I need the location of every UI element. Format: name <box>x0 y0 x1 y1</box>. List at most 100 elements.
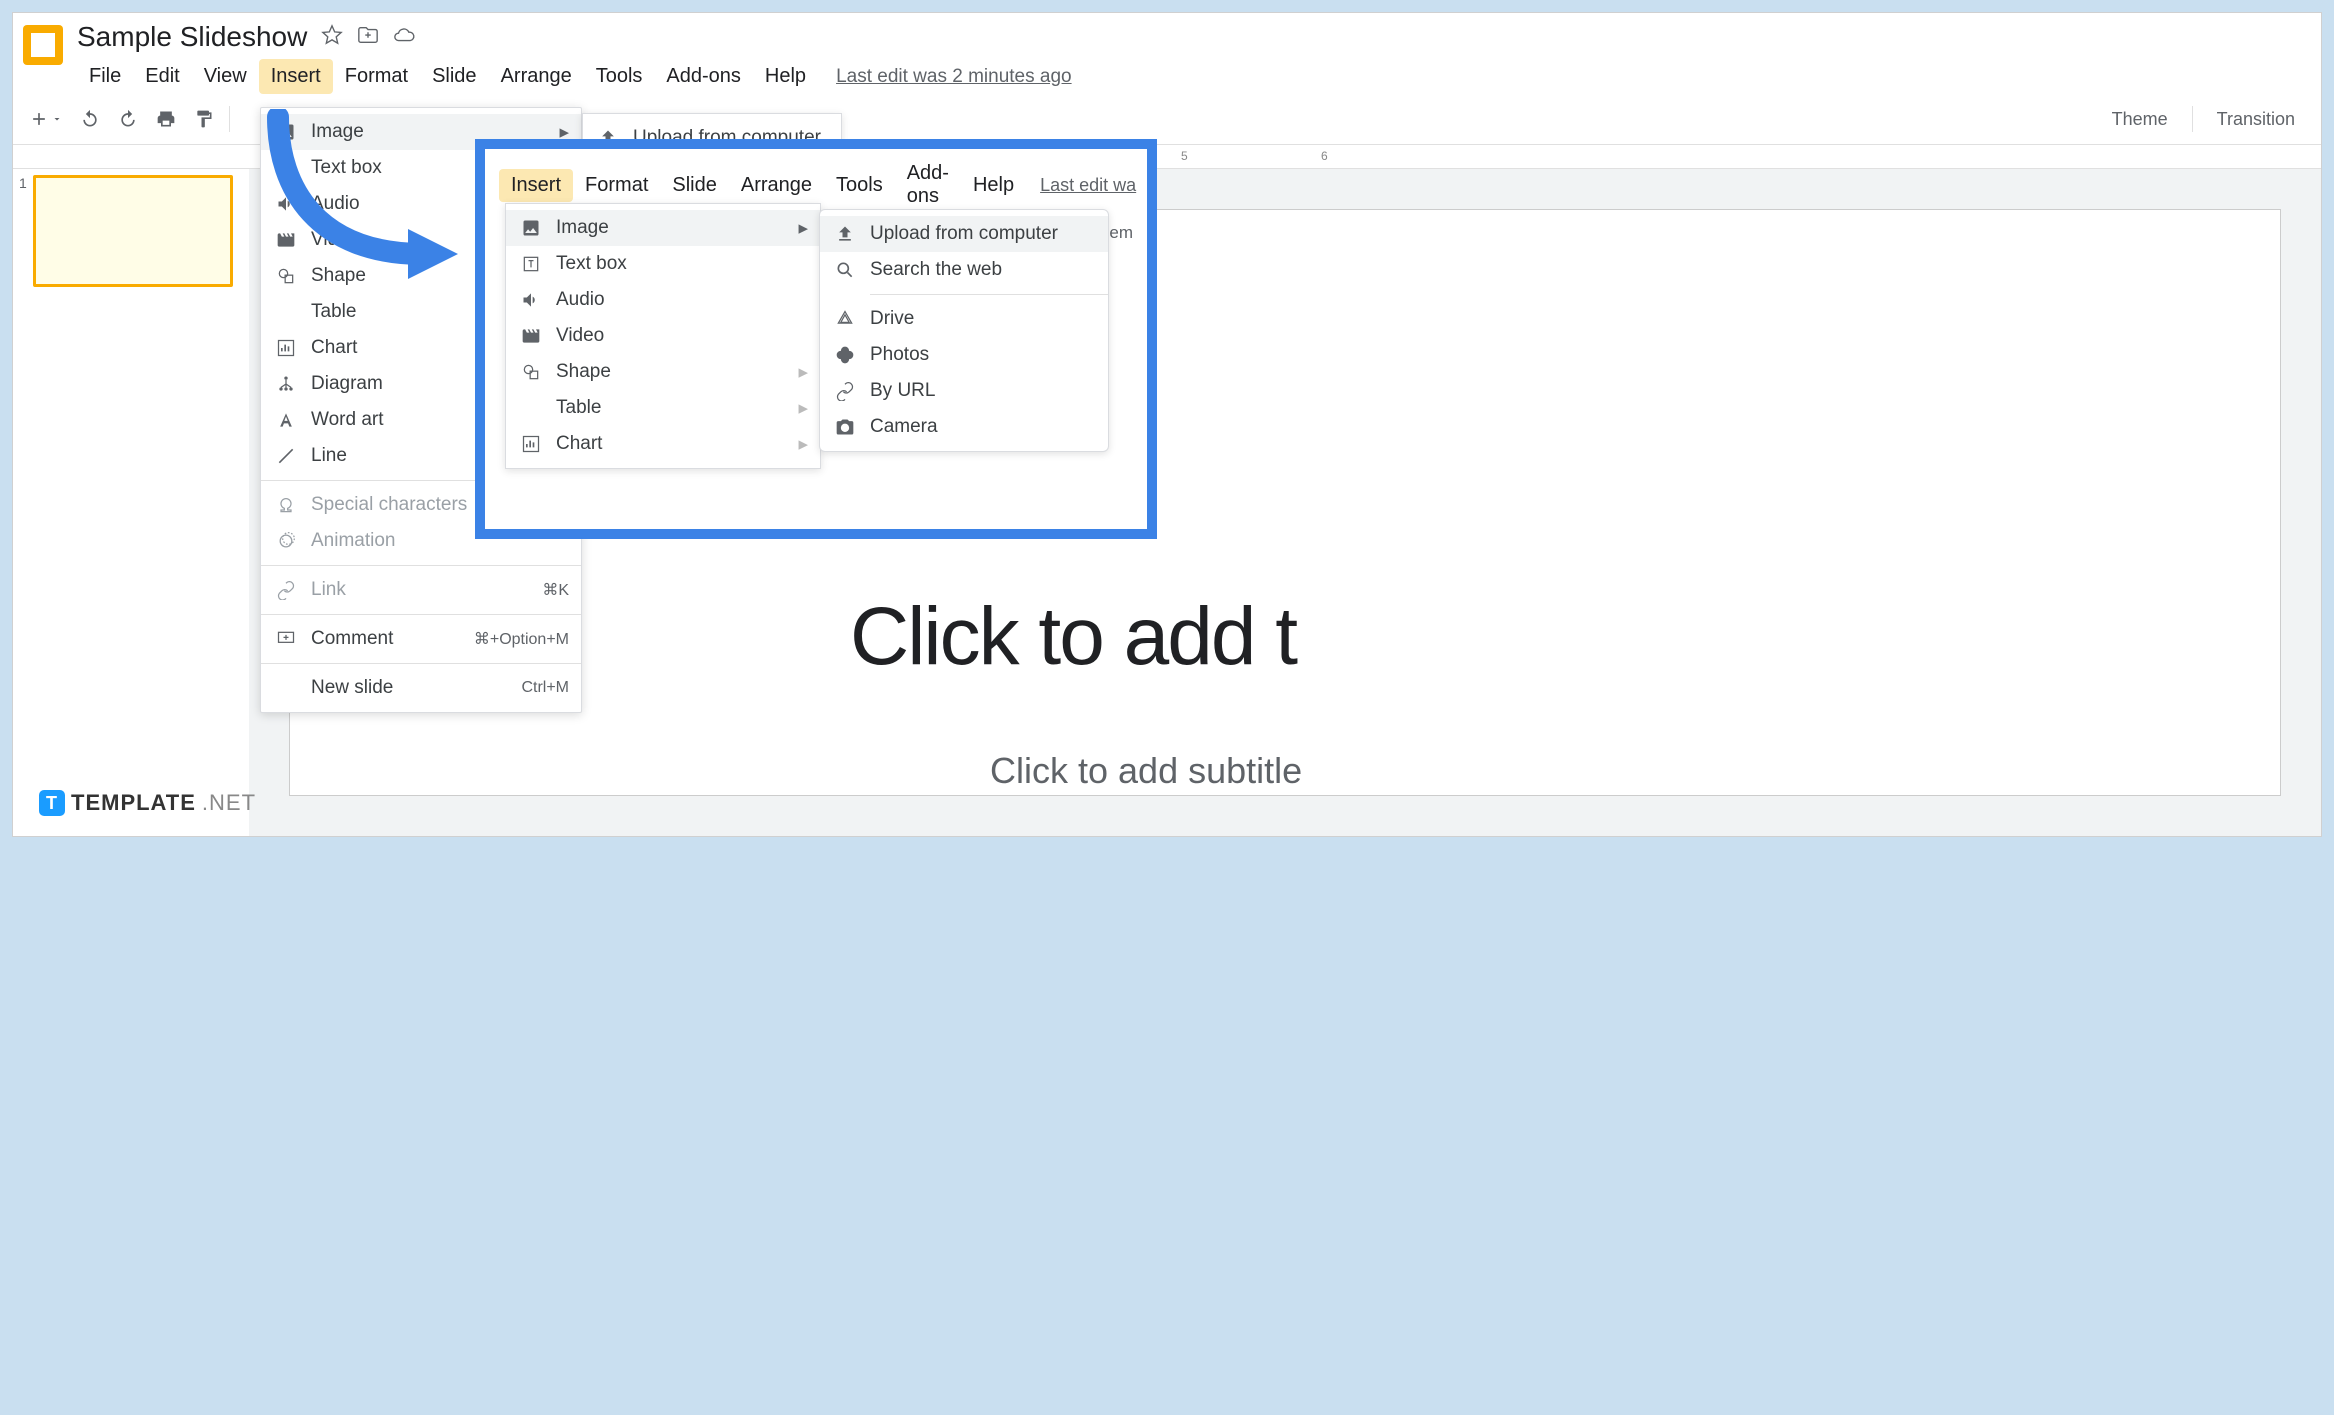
redo-button[interactable] <box>111 102 145 136</box>
link-icon <box>834 381 856 401</box>
insert-line-label: Line <box>311 445 347 467</box>
callout-insert-table[interactable]: Table▸ <box>506 390 820 426</box>
paint-format-button[interactable] <box>187 102 221 136</box>
slide-thumb-row: 1 <box>19 175 243 287</box>
sub-search-label: Search the web <box>870 259 1002 281</box>
menu-insert[interactable]: Insert <box>259 59 333 94</box>
insert-newslide-label: New slide <box>311 677 393 699</box>
shape-icon <box>520 362 542 382</box>
app-frame: Sample Slideshow File Edit View Insert F… <box>12 12 2322 837</box>
watermark-net: .NET <box>202 790 256 816</box>
callout-menu-arrange[interactable]: Arrange <box>729 169 824 202</box>
insert-animation-label: Animation <box>311 530 396 552</box>
chevron-right-icon: ▸ <box>798 217 808 240</box>
title-placeholder[interactable]: Click to add t <box>850 590 1296 684</box>
diagram-icon <box>275 374 297 394</box>
menu-format[interactable]: Format <box>333 59 420 94</box>
move-icon[interactable] <box>357 21 379 53</box>
print-button[interactable] <box>149 102 183 136</box>
chevron-right-icon: ▸ <box>798 433 808 456</box>
callout-menu-insert[interactable]: Insert <box>499 169 573 202</box>
video-icon <box>520 326 542 346</box>
callout-menu-addons[interactable]: Add-ons <box>895 157 961 213</box>
menu-edit[interactable]: Edit <box>133 59 191 94</box>
menu-slide[interactable]: Slide <box>420 59 488 94</box>
drive-icon <box>834 309 856 329</box>
menubar: File Edit View Insert Format Slide Arran… <box>77 59 2311 94</box>
link-icon <box>275 580 297 600</box>
search-icon <box>834 260 856 280</box>
camera-icon <box>834 417 856 437</box>
menu-view[interactable]: View <box>192 59 259 94</box>
callout-menu-tools[interactable]: Tools <box>824 169 895 202</box>
callout-insert-shape[interactable]: Shape▸ <box>506 354 820 390</box>
menu-addons[interactable]: Add-ons <box>654 59 753 94</box>
callout-video-label: Video <box>556 325 604 347</box>
menu-file[interactable]: File <box>77 59 133 94</box>
insert-new-slide[interactable]: New slideCtrl+M <box>261 670 581 706</box>
doc-title[interactable]: Sample Slideshow <box>77 21 307 53</box>
ruler-mark: 6 <box>1321 149 1328 163</box>
menu-tools[interactable]: Tools <box>584 59 655 94</box>
dropdown-separator <box>261 663 581 664</box>
cloud-icon[interactable] <box>393 21 415 53</box>
sub-search[interactable]: Search the web <box>820 252 1108 288</box>
title-area: Sample Slideshow File Edit View Insert F… <box>77 21 2311 94</box>
theme-button[interactable]: Theme <box>2096 109 2184 130</box>
callout-table-label: Table <box>556 397 601 419</box>
callout-menu-help[interactable]: Help <box>961 169 1026 202</box>
undo-button[interactable] <box>73 102 107 136</box>
sub-drive-label: Drive <box>870 308 914 330</box>
toolbar-separator <box>2192 106 2193 132</box>
callout-insert-chart[interactable]: Chart▸ <box>506 426 820 462</box>
menu-arrange[interactable]: Arrange <box>489 59 584 94</box>
audio-icon <box>520 290 542 310</box>
sub-camera-label: Camera <box>870 416 938 438</box>
dropdown-separator <box>870 294 1108 295</box>
callout-textbox-label: Text box <box>556 253 627 275</box>
callout-insert-textbox[interactable]: Text box <box>506 246 820 282</box>
slide-thumbnail[interactable] <box>33 175 233 287</box>
insert-chart-label: Chart <box>311 337 357 359</box>
callout-menu-format[interactable]: Format <box>573 169 660 202</box>
shortcut: ⌘+Option+M <box>474 629 569 649</box>
sub-photos[interactable]: Photos <box>820 337 1108 373</box>
callout-image-label: Image <box>556 217 609 239</box>
watermark-brand: TEMPLATE <box>71 790 196 816</box>
callout-menu-slide[interactable]: Slide <box>660 169 728 202</box>
last-edit-link[interactable]: Last edit was 2 minutes ago <box>836 66 1072 88</box>
slides-logo-icon <box>23 25 63 65</box>
insert-comment[interactable]: Comment ⌘+Option+M <box>261 621 581 657</box>
photos-icon <box>834 345 856 365</box>
callout-last-edit[interactable]: Last edit wa <box>1040 175 1136 196</box>
insert-link[interactable]: Link⌘K <box>261 572 581 608</box>
sub-url-label: By URL <box>870 380 935 402</box>
sub-camera[interactable]: Camera <box>820 409 1108 445</box>
star-icon[interactable] <box>321 21 343 53</box>
wordart-icon <box>275 410 297 430</box>
omega-icon <box>275 495 297 515</box>
chevron-right-icon: ▸ <box>798 361 808 384</box>
animation-icon <box>275 531 297 551</box>
chart-icon <box>275 338 297 358</box>
new-slide-button[interactable] <box>23 102 69 136</box>
subtitle-placeholder[interactable]: Click to add subtitle <box>990 750 1302 792</box>
callout-insert-image[interactable]: Image ▸ <box>506 210 820 246</box>
textbox-icon <box>520 254 542 274</box>
title-icons <box>321 21 415 53</box>
callout-insert-audio[interactable]: Audio <box>506 282 820 318</box>
callout-insert-video[interactable]: Video <box>506 318 820 354</box>
insert-comment-label: Comment <box>311 628 393 650</box>
doc-title-row: Sample Slideshow <box>77 21 2311 53</box>
dropdown-separator <box>261 614 581 615</box>
upload-icon <box>834 224 856 244</box>
insert-table-label: Table <box>311 301 356 323</box>
transition-button[interactable]: Transition <box>2201 109 2311 130</box>
sub-upload[interactable]: Upload from computer <box>820 216 1108 252</box>
callout-image-submenu: Upload from computer Search the web Driv… <box>819 209 1109 452</box>
line-icon <box>275 446 297 466</box>
sub-url[interactable]: By URL <box>820 373 1108 409</box>
menu-help[interactable]: Help <box>753 59 818 94</box>
sub-drive[interactable]: Drive <box>820 301 1108 337</box>
annotation-callout: Insert Format Slide Arrange Tools Add-on… <box>475 139 1157 539</box>
